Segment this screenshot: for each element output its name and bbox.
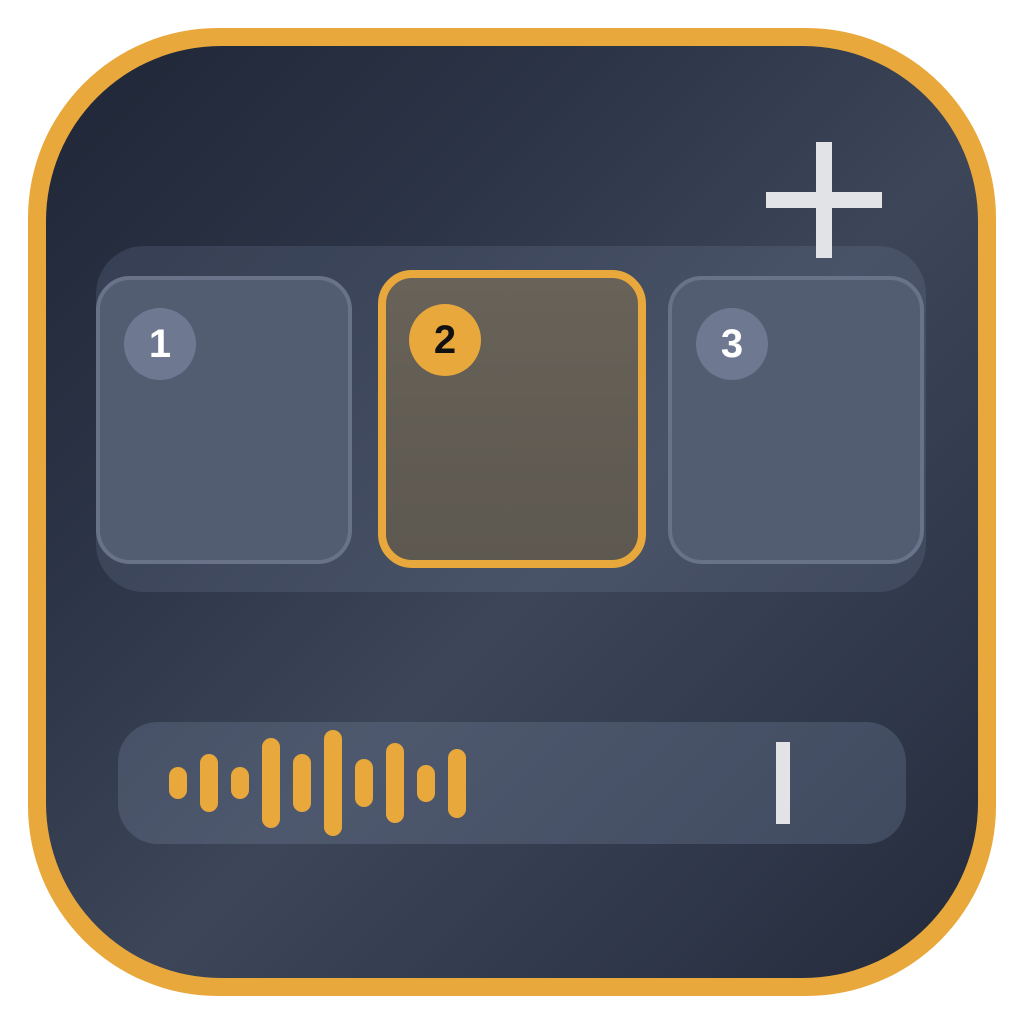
workspace-card-3[interactable]: 3 [668, 276, 924, 564]
waveform-bar [262, 738, 280, 828]
workspace-number-badge: 3 [696, 308, 768, 380]
workspace-card-1[interactable]: 1 [96, 276, 352, 564]
workspace-number-badge: 2 [409, 304, 481, 376]
waveform-bar [417, 764, 435, 802]
waveform-bar [200, 754, 218, 812]
waveform-bar [324, 730, 342, 836]
workspace-number-badge: 1 [124, 308, 196, 380]
waveform-bar [231, 767, 249, 799]
plus-icon[interactable] [766, 142, 882, 258]
plus-icon-vertical [816, 142, 832, 258]
waveform-bar [448, 748, 466, 818]
waveform-bar [169, 767, 187, 799]
waveform-bar [355, 759, 373, 807]
workspace-card-2-selected[interactable]: 2 [378, 270, 646, 568]
app-icon: 1 2 3 [0, 0, 1024, 1024]
text-cursor-icon [776, 742, 790, 824]
waveform-bar [293, 754, 311, 812]
waveform-bar [386, 743, 404, 823]
